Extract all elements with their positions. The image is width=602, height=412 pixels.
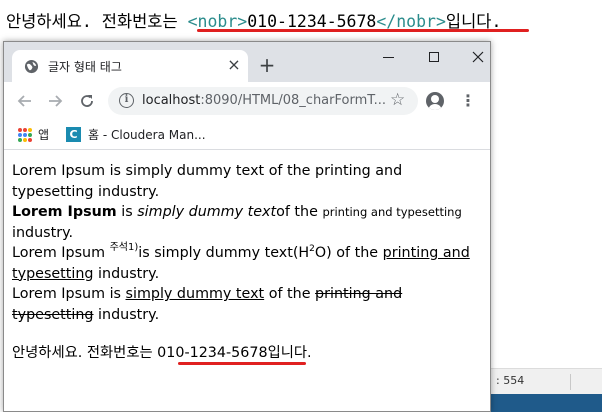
- nobr-phone: 010-1234-5678: [157, 345, 268, 361]
- menu-icon[interactable]: ⋮: [460, 90, 476, 112]
- bookmarks-bar: 앱 C 홈 - Cloudera Man...: [4, 120, 490, 150]
- window-close-button[interactable]: [466, 46, 490, 68]
- tab-close-icon[interactable]: ×: [224, 55, 244, 75]
- close-icon: [472, 51, 484, 63]
- text-fragment: Lorem Ipsum is: [12, 286, 126, 302]
- text-fragment: 안녕하세요. 전화번호는: [12, 345, 158, 361]
- profile-head: [431, 95, 439, 103]
- browser-window: 글자 형태 태그 × + i localhost:8090/HTML/08_ch…: [3, 41, 491, 412]
- red-underline-annotation: [197, 29, 529, 32]
- text-fragment: is simply dummy text(H: [138, 245, 310, 261]
- text-fragment: of the: [264, 286, 316, 302]
- text-fragment: is: [116, 204, 138, 220]
- address-bar[interactable]: i localhost:8090/HTML/08_charFormT... ☆: [108, 87, 418, 115]
- editor-status-bar: : 554: [490, 368, 602, 394]
- superscript-note: 주석1): [109, 242, 139, 253]
- small-text: printing and typesetting: [322, 205, 462, 219]
- browser-toolbar: i localhost:8090/HTML/08_charFormT... ☆ …: [4, 82, 490, 120]
- tab-active[interactable]: 글자 형태 태그 ×: [12, 50, 248, 82]
- maximize-icon: [429, 52, 439, 62]
- url-path: :8090/HTML/08_charFormT...: [200, 93, 387, 108]
- arrow-left-icon: [17, 95, 31, 107]
- tab-title: 글자 형태 태그: [48, 60, 122, 74]
- profile-icon[interactable]: [426, 92, 444, 110]
- profile-torso: [428, 104, 442, 110]
- taskbar: [490, 394, 602, 412]
- text-fragment: industry.: [93, 265, 160, 282]
- reload-icon: [81, 95, 93, 107]
- reload-button[interactable]: [74, 88, 100, 114]
- status-column-text: : 554: [496, 374, 525, 387]
- apps-grid-icon[interactable]: [18, 128, 32, 142]
- url-text[interactable]: localhost:8090/HTML/08_charFormT...: [142, 93, 386, 108]
- text-fragment: Lorem Ipsum: [12, 245, 110, 261]
- url-host: localhost: [142, 93, 201, 108]
- back-button[interactable]: [12, 88, 38, 114]
- code-text-prefix: 안녕하세요. 전화번호는: [6, 12, 188, 31]
- globe-icon: [24, 59, 39, 74]
- text-fragment: industry.: [93, 306, 160, 323]
- paragraph-underline-strike: Lorem Ipsum is simply dummy text of the …: [12, 284, 482, 325]
- forward-button[interactable]: [42, 88, 68, 114]
- paragraph-nobr: 안녕하세요. 전화번호는 010-1234-5678입니다.: [12, 343, 482, 365]
- bookmark-apps[interactable]: 앱: [38, 126, 49, 143]
- bold-text: Lorem Ipsum: [12, 204, 117, 220]
- tab-strip: 글자 형태 태그 × +: [4, 42, 490, 82]
- bookmark-cloudera[interactable]: 홈 - Cloudera Man...: [88, 126, 206, 143]
- paragraph-sup-sub: Lorem Ipsum 주석1)is simply dummy text(H2O…: [12, 243, 482, 284]
- arrow-right-icon: [49, 95, 63, 107]
- info-icon[interactable]: i: [119, 93, 134, 108]
- page-content: Lorem Ipsum is simply dummy text of the …: [4, 151, 490, 411]
- minimize-icon: [382, 56, 394, 58]
- line-break-spacer: [12, 325, 482, 343]
- text-fragment: of the: [276, 204, 323, 220]
- star-icon[interactable]: ☆: [390, 90, 405, 110]
- maximize-button[interactable]: [422, 46, 446, 68]
- text-fragment: 입니다.: [267, 345, 312, 361]
- status-separator: [570, 374, 571, 390]
- text-fragment: industry.: [12, 224, 74, 241]
- text-fragment: O) of the: [314, 245, 383, 261]
- paragraph-plain: Lorem Ipsum is simply dummy text of the …: [12, 163, 403, 200]
- underlined-text: simply dummy text: [125, 286, 265, 302]
- minimize-button[interactable]: [376, 46, 400, 68]
- italic-text: simply dummy text: [137, 204, 277, 220]
- new-tab-button[interactable]: +: [256, 54, 278, 76]
- code-line: 안녕하세요. 전화번호는 <nobr>010-1234-5678</nobr>입…: [6, 8, 529, 32]
- red-underline-annotation: [178, 362, 306, 365]
- cloudera-icon: C: [66, 127, 81, 142]
- paragraph-formatting: Lorem Ipsum is simply dummy textof the p…: [12, 202, 482, 243]
